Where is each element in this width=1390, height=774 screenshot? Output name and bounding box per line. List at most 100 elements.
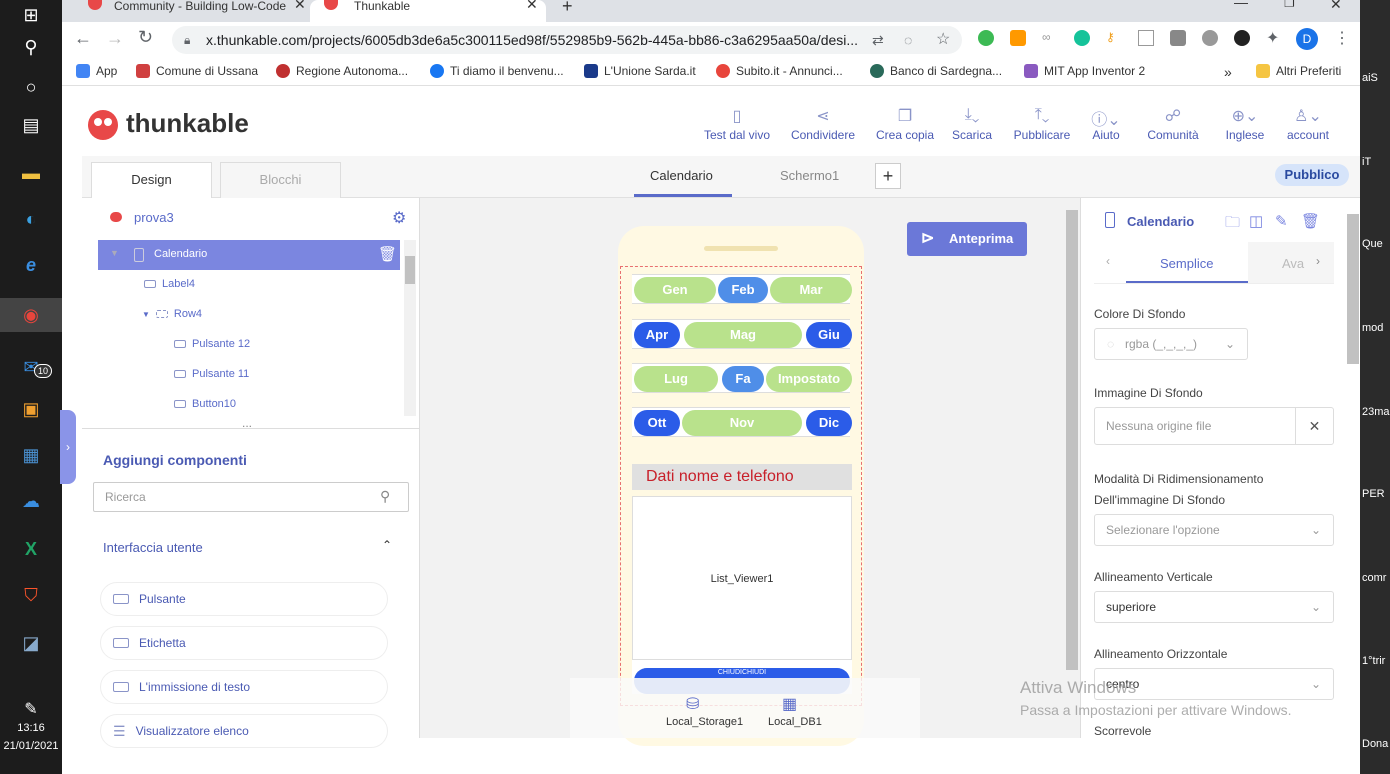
chevron-right-icon[interactable]: › [1316,254,1320,268]
close-icon[interactable]: ✕ [526,0,538,11]
desktop-icon-label[interactable]: aiS [1362,72,1378,84]
extension-tab-icon[interactable] [1138,30,1154,46]
month-button-ott[interactable]: Ott [634,410,680,436]
desktop-icon-label[interactable]: iT [1362,156,1371,168]
tree-item-pulsante11[interactable]: Pulsante 11 [174,368,249,380]
star-icon[interactable]: ☆ [936,26,950,54]
tree-scrollbar[interactable] [404,240,416,416]
month-button-lug[interactable]: Lug [634,366,718,392]
bookmark-unione-sarda[interactable]: L'Unione Sarda.it [584,64,696,78]
url-bar[interactable]: 🔒︎ x.thunkable.com/projects/6005db3de6a5… [172,26,962,54]
desktop-icon-label[interactable]: Dona [1362,738,1388,750]
extension-circle-icon[interactable] [1202,30,1218,46]
extension-doc-icon[interactable] [1170,30,1186,46]
onedrive-icon[interactable]: ☁ [16,486,46,516]
desktop-icon-label[interactable]: 23ma [1362,406,1390,418]
properties-scrollbar[interactable] [1347,214,1359,364]
store-icon[interactable]: ▣ [16,394,46,424]
reload-icon[interactable]: ↻ [138,27,153,48]
valign-select[interactable]: superiore ⌄ [1094,591,1334,623]
month-button-fa[interactable]: Fa [722,366,764,392]
brave-icon[interactable]: ⛉ [16,580,46,610]
bookmark-banco-sardegna[interactable]: Banco di Sardegna... [870,64,1002,78]
month-button-impostato[interactable]: Impostato [766,366,852,392]
extension-glasses-icon[interactable]: ∞ [1042,30,1058,46]
month-button-mar[interactable]: Mar [770,277,852,303]
tab-blocks[interactable]: Blocchi [220,162,341,198]
excel-icon[interactable]: X [16,534,46,564]
translate-icon[interactable]: ⇄ [872,26,884,54]
edge-icon[interactable]: ◐ [16,204,46,234]
bookmarks-overflow[interactable]: » [1224,64,1232,80]
tab-simple[interactable]: Semplice [1160,256,1213,271]
chevron-up-icon[interactable]: ⌃ [382,538,392,552]
bookmark-subito[interactable]: Subito.it - Annunci... [716,64,843,78]
settings-gear-icon[interactable]: ⚙ [392,208,406,228]
trash-icon[interactable]: 🗑︎ [1301,212,1320,230]
section-ui-title[interactable]: Interfaccia utente [103,540,203,555]
test-live-button[interactable]: ▯ Test dal vivo [702,106,772,142]
tab-advanced[interactable]: Ava [1282,256,1304,271]
resize-handle[interactable]: ... [242,416,252,430]
bookmark-app[interactable]: App [76,64,117,78]
bookmark-other[interactable]: Altri Preferiti [1256,64,1341,78]
component-label[interactable]: Etichetta [100,626,388,660]
bg-image-input[interactable]: Nessuna origine file ✕ [1094,407,1334,445]
tree-item-button10[interactable]: Button10 [174,398,236,410]
window-close-icon[interactable]: ✕ [1330,0,1342,13]
menu-icon[interactable]: ⋮ [1334,28,1350,48]
expand-panel-icon[interactable]: › [60,410,76,484]
search-icon[interactable]: ⚲ [16,32,46,62]
community-button[interactable]: ☍ Comunità [1138,106,1208,142]
profile-avatar[interactable]: D [1296,28,1318,50]
internet-explorer-icon[interactable]: e [16,250,46,280]
control-panel-icon[interactable]: ▦ [16,440,46,470]
preview-button[interactable]: ⊳ Anteprima [907,222,1027,256]
bookmark-facebook[interactable]: Ti diamo il benvenu... [430,64,564,78]
clear-icon[interactable]: ✕ [1295,408,1333,444]
caret-down-icon[interactable]: ▼ [110,248,119,258]
local-db-label[interactable]: Local_DB1 [768,716,822,728]
month-button-apr[interactable]: Apr [634,322,680,348]
month-button-feb[interactable]: Feb [718,277,768,303]
layout-icon[interactable]: ◫ [1249,212,1263,230]
tab-thunkable[interactable]: Thunkable ✕ [310,0,546,22]
restore-icon[interactable]: ❐ [1284,0,1295,10]
publish-button[interactable]: ⤒⌄ Pubblicare [1010,106,1074,142]
tree-item-calendario[interactable]: ▼ Calendario 🗑︎ [98,240,400,270]
desktop-icon-label[interactable]: PER [1362,488,1385,500]
download-button[interactable]: ⤓⌄ Scarica [946,106,998,142]
tree-item-label4[interactable]: Label4 [144,278,195,290]
tab-screen-schermo1[interactable]: Schermo1 [780,168,839,183]
tab-design[interactable]: Design [91,162,212,198]
back-icon[interactable]: ← [74,28,92,49]
project-name[interactable]: prova3 [134,210,174,225]
forward-icon[interactable]: → [106,28,124,49]
month-button-dic[interactable]: Dic [806,410,852,436]
bg-color-picker[interactable]: ◌ rgba (_,_,_,_) ⌄ [1094,328,1248,360]
public-badge[interactable]: Pubblico [1275,164,1349,186]
bookmark-ussana[interactable]: Comune di Ussana [136,64,258,78]
windows-start-icon[interactable]: ⊞ [16,0,46,30]
tab-screen-calendario[interactable]: Calendario [650,168,713,183]
chrome-icon[interactable]: ◉ [0,298,62,332]
edit-icon[interactable]: ✎ [1275,212,1288,230]
bookmark-mit-app-inventor[interactable]: MIT App Inventor 2 [1024,64,1145,78]
close-icon[interactable]: ✕ [294,0,306,11]
file-explorer-icon[interactable]: ▬ [16,158,46,188]
bookmark-regione[interactable]: Regione Autonoma... [276,64,408,78]
tab-community[interactable]: Community - Building Low-Code ✕ [70,0,306,22]
task-view-icon[interactable]: ▤ [16,110,46,140]
component-list-viewer[interactable]: ☰ Visualizzatore elenco [100,714,388,748]
component-button[interactable]: Pulsante [100,582,388,616]
add-screen-button[interactable]: + [875,163,901,189]
tree-item-row4[interactable]: ▼ Row4 [142,308,202,320]
grammarly-icon[interactable] [1074,30,1090,46]
extension-shop-icon[interactable] [1010,30,1026,46]
help-button[interactable]: ⓘ⌄ Aiuto [1086,106,1126,142]
month-button-gen[interactable]: Gen [634,277,716,303]
key-icon[interactable]: ⚷ [1106,30,1122,46]
cortana-icon[interactable]: ○ [16,72,46,102]
add-folder-icon[interactable]: 🗀︎ [1225,212,1240,237]
desktop-icon-label[interactable]: Que [1362,238,1383,250]
